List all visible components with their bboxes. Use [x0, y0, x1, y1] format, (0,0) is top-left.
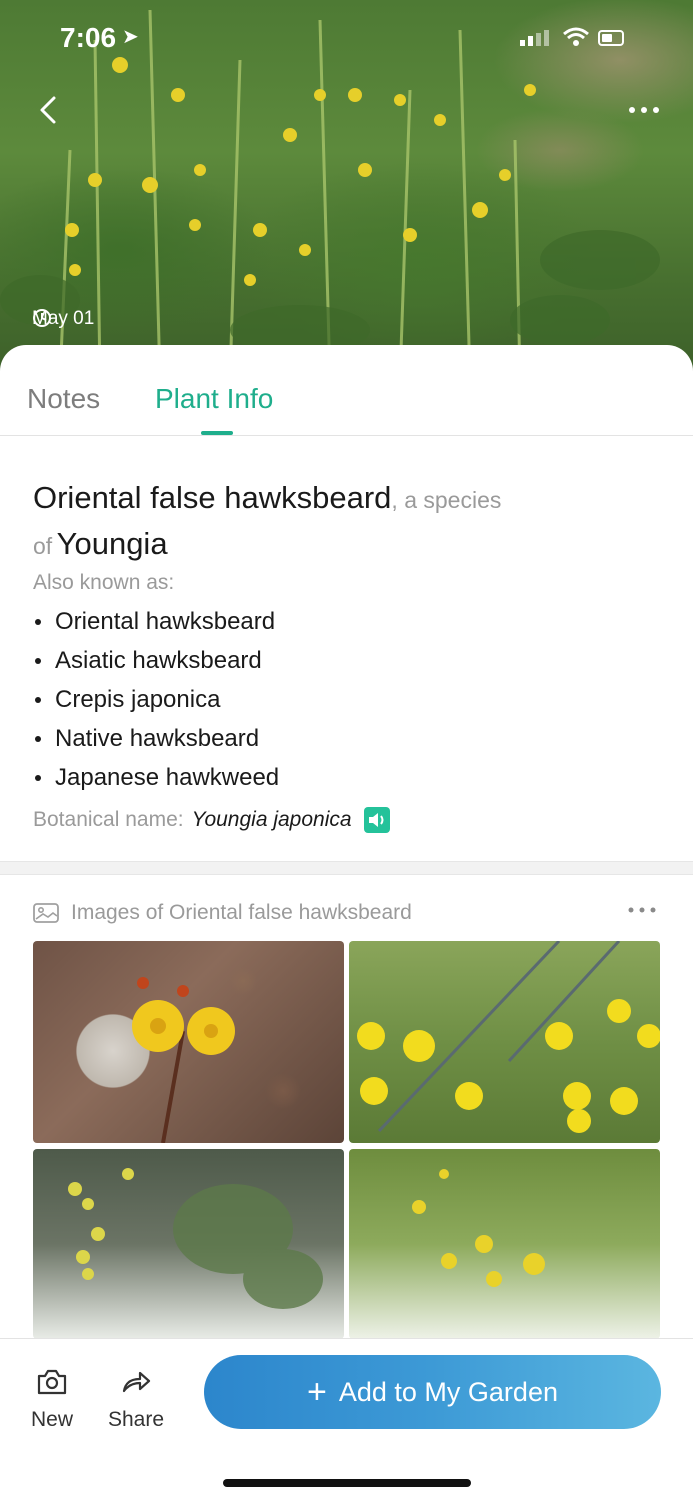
tab-bar: Notes Plant Info	[0, 345, 693, 436]
image-gallery-icon	[33, 903, 59, 923]
pronounce-button[interactable]	[363, 807, 390, 833]
flower-photo	[412, 1169, 545, 1287]
aka-label: Also known as:	[33, 571, 175, 594]
botanical-label: Botanical name:	[33, 808, 184, 831]
plant-name-block: Oriental false hawksbeard, a species of …	[33, 478, 633, 570]
more-options-button[interactable]	[620, 90, 668, 130]
flower-photo	[68, 1168, 323, 1309]
tab-notes[interactable]: Notes	[27, 383, 100, 415]
aka-item: Native hawksbeard	[33, 719, 279, 758]
active-tab-indicator	[201, 431, 233, 435]
bottom-action-bar: New Share + Add to My Garden	[0, 1338, 693, 1500]
share-label: Share	[107, 1408, 165, 1431]
add-to-garden-label: Add to My Garden	[338, 1376, 558, 1407]
plant-image-thumbnail[interactable]	[349, 1149, 660, 1339]
plant-common-name: Oriental false hawksbeard	[33, 480, 392, 515]
back-button[interactable]	[30, 90, 70, 130]
botanical-name: Youngia japonica	[191, 808, 352, 831]
clock-icon	[33, 309, 51, 327]
hero-photo: 7:06 ➤ May 01	[0, 0, 693, 380]
battery-icon	[598, 30, 624, 46]
aka-item: Crepis japonica	[33, 680, 279, 719]
species-of-text: , a species	[391, 487, 502, 513]
home-indicator	[223, 1479, 471, 1487]
aka-list: Oriental hawksbeard Asiatic hawksbeard C…	[33, 602, 279, 797]
aka-item: Asiatic hawksbeard	[33, 641, 279, 680]
cellular-signal-icon	[520, 30, 549, 46]
images-more-button[interactable]	[622, 895, 662, 925]
images-section-title: Images of Oriental false hawksbeard	[71, 901, 412, 924]
images-section-header: Images of Oriental false hawksbeard	[33, 901, 412, 925]
share-arrow-icon	[122, 1371, 151, 1393]
plus-icon: +	[307, 1373, 327, 1411]
status-time: 7:06	[60, 22, 117, 53]
new-label: New	[30, 1408, 73, 1431]
aka-item: Japanese hawkweed	[33, 758, 279, 797]
flower-photo	[357, 941, 660, 1133]
plant-genus[interactable]: Youngia	[57, 526, 168, 561]
of-text: of	[33, 533, 53, 559]
aka-item: Oriental hawksbeard	[33, 602, 279, 641]
ellipsis-icon	[629, 107, 659, 113]
status-bar: 7:06 ➤	[0, 20, 693, 60]
botanical-name-row: Botanical name: Youngia japonica	[33, 807, 390, 833]
plant-detail-sheet: Notes Plant Info Oriental false hawksbea…	[0, 345, 693, 1500]
tab-plant-info[interactable]: Plant Info	[155, 383, 273, 415]
plant-image-thumbnail[interactable]	[349, 941, 660, 1143]
share-button[interactable]: Share	[101, 1367, 171, 1432]
photo-date: May 01	[32, 308, 94, 330]
camera-icon	[37, 1369, 67, 1395]
speaker-icon	[368, 813, 384, 827]
plant-image-thumbnail[interactable]	[33, 1149, 344, 1339]
plant-image-thumbnail[interactable]	[33, 941, 344, 1143]
ellipsis-icon	[628, 907, 656, 913]
add-to-garden-button[interactable]: + Add to My Garden	[204, 1355, 661, 1429]
flower-photo	[132, 977, 235, 1143]
section-divider	[0, 861, 693, 875]
wifi-icon	[563, 27, 589, 46]
chevron-left-icon	[40, 96, 56, 124]
location-arrow-icon: ➤	[122, 26, 139, 48]
new-photo-button[interactable]: New	[17, 1367, 87, 1432]
